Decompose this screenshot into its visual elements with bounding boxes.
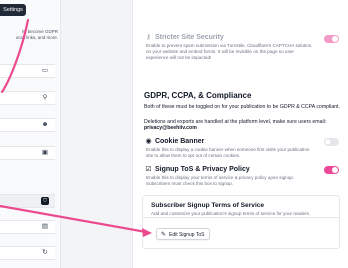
settings-sidebar: Settings ls, become GDPR ocial links, an…: [0, 0, 61, 268]
stricter-security-description: Enable to prevent spam submission via Tu…: [146, 43, 313, 61]
gdpr-note: Both of these must be toggled on for you…: [144, 104, 340, 110]
sidebar-row-website[interactable]: ▭: [0, 64, 55, 78]
stricter-security-toggle[interactable]: [324, 35, 339, 43]
cookie-banner-setting: ◉ Cookie Banner Enable this to display a…: [144, 137, 314, 159]
gdpr-section: GDPR, CCPA, & Compliance Both of these m…: [144, 91, 344, 132]
sidebar-row-team[interactable]: ☻: [0, 118, 55, 132]
sidebar-row-payments[interactable]: ▤: [0, 220, 55, 234]
monitor-icon: ▭: [41, 67, 49, 74]
edit-icon: ✎: [161, 232, 167, 238]
signup-tos-description: Enable this to display your terms of ser…: [146, 175, 295, 187]
link-icon: ⚲: [42, 94, 48, 101]
subscriber-terms-description: Add and customize your publication's sig…: [151, 211, 311, 216]
people-icon: ☻: [41, 121, 49, 128]
cookie-banner-title: Cookie Banner: [154, 138, 205, 145]
stricter-security-title: Stricter Site Security: [154, 34, 224, 41]
signup-tos-setting: ☑ Signup ToS & Privacy Policy Enable thi…: [144, 165, 314, 187]
refresh-icon: ↻: [42, 249, 48, 256]
sidebar-row-links[interactable]: ⚲: [0, 91, 55, 105]
key-icon: ⚷: [145, 34, 152, 41]
cookie-banner-description: Enable this to display a cookie banner w…: [146, 147, 310, 159]
sidebar-description: ls, become GDPR ocial links, and more.: [0, 29, 58, 41]
subscriber-terms-title: Subscriber Signup Terms of Service: [151, 202, 265, 209]
store-icon: ▣: [41, 149, 49, 156]
edit-signup-tos-label: Edit Signup ToS: [169, 232, 205, 238]
sidebar-row-sync[interactable]: ↻: [0, 246, 55, 260]
gdpr-title: GDPR, CCPA, & Compliance: [144, 91, 252, 100]
settings-tooltip: Settings: [0, 4, 26, 16]
edit-signup-tos-button[interactable]: ✎ Edit Signup ToS: [156, 228, 210, 240]
deletions-note: Deletions and exports are handled at the…: [144, 118, 327, 125]
description-line: ocial links, and more.: [15, 35, 58, 40]
stricter-security-setting: ⚷ Stricter Site Security Enable to preve…: [144, 33, 313, 62]
wallet-icon: ▤: [41, 223, 49, 230]
cookie-icon: ◉: [145, 138, 152, 145]
signup-tos-title: Signup ToS & Privacy Policy: [154, 166, 250, 173]
sidebar-row-store[interactable]: ▣: [0, 146, 55, 160]
signup-tos-toggle[interactable]: [324, 166, 339, 174]
sidebar-row-security[interactable]: ⛉: [0, 194, 55, 208]
subscriber-terms-box: Subscriber Signup Terms of Service Add a…: [142, 195, 340, 249]
privacy-email[interactable]: privacy@beehiiv.com: [144, 125, 344, 132]
shield-icon: ⛉: [41, 197, 49, 205]
checkbox-icon: ☑: [145, 166, 152, 173]
cookie-banner-toggle[interactable]: [324, 138, 339, 146]
